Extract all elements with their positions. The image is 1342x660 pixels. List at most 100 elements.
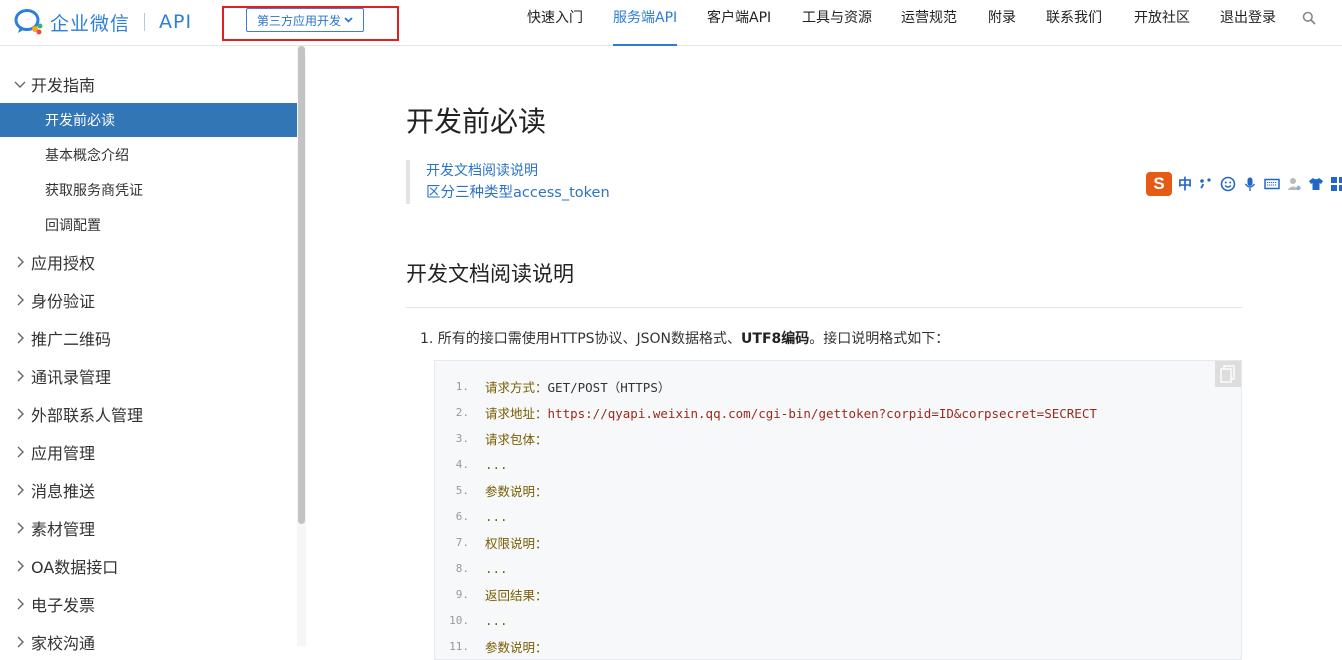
sidebar-group-label: 家校沟通 [31,634,96,653]
nav-quickstart[interactable]: 快速入门 [527,0,583,46]
search-icon[interactable] [1302,11,1316,25]
copy-icon [1220,365,1235,383]
chevron-right-icon [17,446,24,458]
nav-logout[interactable]: 退出登录 [1220,0,1276,46]
sidebar-group-label: 身份验证 [31,292,96,311]
sidebar-group-label: 应用管理 [31,444,96,463]
sidebar-group-dev-guide[interactable]: 开发指南 [0,67,297,101]
toc-link-doc-reading[interactable]: 开发文档阅读说明 [426,160,610,182]
nav-open-community[interactable]: 开放社区 [1134,0,1190,46]
sidebar-group-label: 推广二维码 [31,330,112,349]
user-icon[interactable] [1286,176,1302,192]
code-label: 返回结果： [485,587,548,603]
nav-client-api[interactable]: 客户端API [707,0,771,46]
sidebar-group-school[interactable]: 家校沟通 [0,625,297,659]
keyboard-icon[interactable] [1264,176,1280,192]
code-block: 1. 请求方式：GET/POST（HTTPS） 2. 请求地址：https://… [434,360,1242,660]
chevron-right-icon [17,294,24,306]
code-label: 参数说明： [485,639,548,655]
nav-tools-resources[interactable]: 工具与资源 [802,0,872,46]
chevron-right-icon [17,332,24,344]
emoji-icon[interactable] [1220,176,1236,192]
chevron-right-icon [17,522,24,534]
chevron-right-icon [17,408,24,420]
logo-divider [144,13,146,31]
nav-appendix[interactable]: 附录 [988,0,1016,46]
sidebar: 开发指南 开发前必读 基本概念介绍 获取服务商凭证 回调配置 应用授权 身份验证… [0,46,306,653]
sidebar-group-messages[interactable]: 消息推送 [0,473,297,507]
para-bold: UTF8编码 [741,331,810,347]
chevron-right-icon [17,560,24,572]
sidebar-item-callback-config[interactable]: 回调配置 [0,208,297,242]
microphone-icon[interactable] [1242,176,1258,192]
code-label: ... [485,612,508,628]
nav-contact-us[interactable]: 联系我们 [1046,0,1102,46]
sidebar-group-identity[interactable]: 身份验证 [0,283,297,317]
chevron-right-icon [17,370,24,382]
top-header: 企业微信 API 第三方应用开发 快速入门 服务端API 客户端API 工具与资… [0,0,1342,46]
line-number: 8. [455,561,469,575]
code-value: GET/POST（HTTPS） [547,379,671,395]
sidebar-group-qrcode[interactable]: 推广二维码 [0,321,297,355]
code-line: 5. 参数说明： [435,477,548,503]
code-line: 1. 请求方式：GET/POST（HTTPS） [435,373,671,399]
code-label: 参数说明： [485,483,548,499]
nav-operation-rules[interactable]: 运营规范 [901,0,957,46]
sidebar-group-materials[interactable]: 素材管理 [0,511,297,545]
ime-language-toggle[interactable]: 中 [1178,174,1192,194]
wecom-logo-icon [14,9,43,35]
sidebar-item-provider-credential[interactable]: 获取服务商凭证 [0,173,297,207]
sidebar-item-basic-concepts[interactable]: 基本概念介绍 [0,138,297,172]
line-number: 7. [455,535,469,549]
sidebar-group-contacts[interactable]: 通讯录管理 [0,359,297,393]
chevron-down-icon [14,81,26,88]
ime-toolbar[interactable]: S 中 [1146,171,1342,197]
line-number: 9. [455,587,469,601]
sidebar-group-label: 应用授权 [31,254,96,273]
chevron-right-icon [17,484,24,496]
chevron-right-icon [17,598,24,610]
nav-server-api[interactable]: 服务端API [613,0,678,46]
sidebar-group-label: 外部联系人管理 [31,406,144,425]
toc-link-access-token[interactable]: 区分三种类型access_token [426,182,610,204]
sogou-logo-icon[interactable]: S [1146,172,1172,196]
code-line: 7. 权限说明： [435,529,548,555]
sidebar-scrollbar-thumb[interactable] [298,46,305,524]
sidebar-item-dev-prereading[interactable]: 开发前必读 [0,103,297,137]
sidebar-group-label: 消息推送 [31,482,96,501]
code-line: 6. ... [435,503,508,529]
sidebar-group-e-invoice[interactable]: 电子发票 [0,587,297,621]
table-of-contents: 开发文档阅读说明 区分三种类型access_token [406,160,610,204]
code-line: 8. ... [435,555,508,581]
sidebar-group-app-management[interactable]: 应用管理 [0,435,297,469]
line-number: 3. [455,431,469,445]
line-number: 5. [455,483,469,497]
para-prefix: 1. 所有的接口需使用HTTPS协议、JSON数据格式、 [420,331,742,347]
code-label: 请求地址： [485,405,548,421]
line-number: 1. [455,379,469,393]
intro-paragraph: 1. 所有的接口需使用HTTPS协议、JSON数据格式、UTF8编码。接口说明格… [420,329,949,349]
sidebar-group-oa-data[interactable]: OA数据接口 [0,549,297,583]
punctuation-icon[interactable] [1198,176,1214,192]
copy-button[interactable] [1215,361,1241,387]
section-title: 开发文档阅读说明 [406,262,574,286]
sidebar-group-external-contacts[interactable]: 外部联系人管理 [0,397,297,431]
chevron-right-icon [17,256,24,268]
code-label: 请求方式： [485,379,548,395]
line-number: 10. [449,613,469,627]
highlight-annotation-box [222,6,399,41]
skin-icon[interactable] [1308,176,1324,192]
logo[interactable]: 企业微信 API [14,7,192,37]
code-label: 权限说明： [485,535,548,551]
sidebar-group-label: 素材管理 [31,520,96,539]
code-label: 请求包体： [485,431,548,447]
code-line: 11. 参数说明： [435,633,548,659]
line-number: 2. [455,405,469,419]
sidebar-group-app-auth[interactable]: 应用授权 [0,245,297,279]
code-line: 9. 返回结果： [435,581,548,607]
section-divider [406,307,1242,308]
sidebar-group-label: OA数据接口 [31,558,119,577]
code-value: https://qyapi.weixin.qq.com/cgi-bin/gett… [547,405,1097,421]
code-label: ... [485,508,508,524]
grid-icon[interactable] [1330,176,1342,192]
